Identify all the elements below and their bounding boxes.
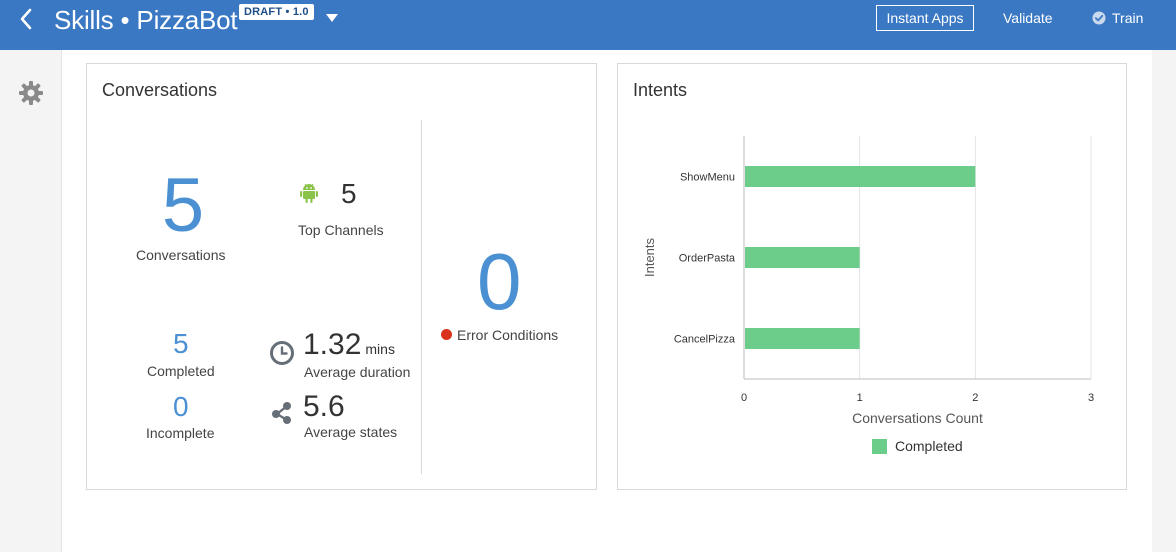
top-channels-label: Top Channels — [298, 222, 384, 238]
x-axis-title: Conversations Count — [852, 410, 983, 426]
legend-swatch — [872, 439, 887, 454]
vertical-divider — [421, 120, 422, 474]
intents-card: Intents 0 1 2 3 ShowMenu OrderPasta CancelPizz… — [617, 63, 1127, 490]
error-status-dot — [441, 329, 452, 340]
conversations-total: 5 — [161, 163, 205, 248]
train-button[interactable]: Train — [1092, 10, 1143, 26]
check-circle-icon — [1092, 11, 1106, 25]
android-icon — [300, 183, 318, 203]
conversations-total-label: Conversations — [136, 247, 226, 263]
left-rail — [0, 50, 62, 552]
y-tick-label: CancelPizza — [674, 334, 736, 346]
validate-button[interactable]: Validate — [1003, 10, 1053, 26]
instant-apps-button[interactable]: Instant Apps — [876, 5, 974, 31]
avg-states-value: 5.6 — [303, 390, 345, 423]
top-bar: Skills • PizzaBot DRAFT • 1.0 Instant Ap… — [0, 0, 1176, 50]
right-strip — [1152, 50, 1176, 552]
incomplete-value: 0 — [173, 391, 189, 422]
bar — [745, 166, 976, 187]
x-tick-label: 1 — [857, 392, 863, 404]
error-value: 0 — [477, 237, 522, 326]
incomplete-label: Incomplete — [146, 425, 215, 441]
avg-duration-label: Average duration — [304, 364, 411, 380]
gear-icon[interactable] — [18, 80, 44, 106]
dropdown-caret-icon[interactable] — [325, 13, 339, 23]
error-label: Error Conditions — [457, 327, 559, 343]
train-label: Train — [1112, 10, 1144, 26]
x-tick-label: 2 — [972, 392, 978, 404]
intents-bar-chart: 0 1 2 3 ShowMenu OrderPasta CancelPizza Convers… — [642, 136, 1094, 454]
y-tick-label: OrderPasta — [679, 253, 736, 265]
clock-icon — [270, 341, 294, 365]
bar — [745, 328, 860, 349]
y-axis-title: Intents — [642, 237, 657, 277]
legend-label: Completed — [895, 438, 963, 454]
completed-value: 5 — [173, 328, 189, 359]
share-nodes-icon — [272, 402, 291, 424]
page-title: Skills • PizzaBot — [54, 5, 238, 35]
avg-states-label: Average states — [304, 424, 398, 440]
conversations-card-title: Conversations — [102, 80, 218, 100]
x-tick-label: 0 — [741, 392, 747, 404]
completed-label: Completed — [147, 363, 215, 379]
back-icon[interactable] — [14, 6, 40, 32]
avg-duration-value: 1.32 — [303, 328, 362, 361]
avg-duration: 1.32 mins — [303, 328, 395, 362]
y-tick-label: ShowMenu — [680, 172, 735, 184]
avg-duration-unit: mins — [365, 341, 395, 357]
top-channels-value: 5 — [341, 178, 357, 209]
version-badge: DRAFT • 1.0 — [239, 4, 314, 20]
conversations-card: Conversations 5 Conversations 5 Top Chan… — [86, 63, 597, 490]
bar — [745, 247, 860, 268]
x-tick-label: 3 — [1088, 392, 1094, 404]
